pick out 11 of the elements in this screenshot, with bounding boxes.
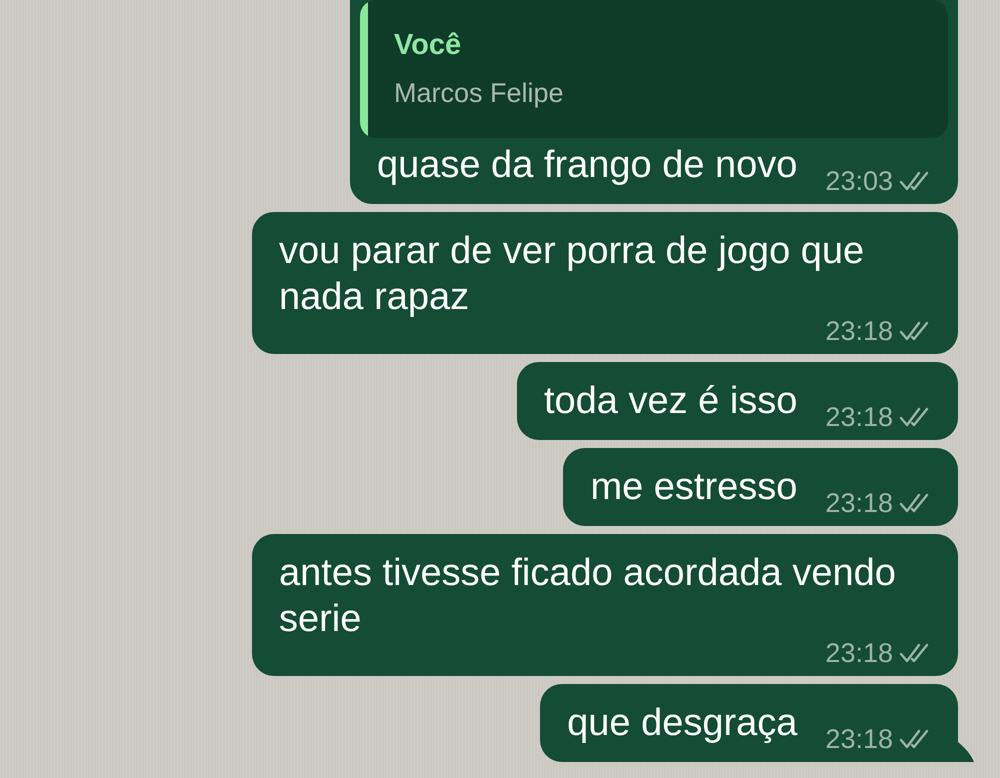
message-text: toda vez é isso bbox=[544, 379, 798, 424]
quote-text: Marcos Felipe bbox=[394, 77, 564, 110]
message-time: 23:18 bbox=[825, 488, 893, 518]
message-text: me estresso bbox=[590, 465, 798, 510]
message-text: quase da frango de novo bbox=[376, 143, 798, 188]
quote-author: Você bbox=[394, 28, 462, 62]
message-text: que desgraça bbox=[567, 701, 798, 746]
quoted-message[interactable]: Você Marcos Felipe bbox=[360, 0, 948, 138]
message-time: 23:03 bbox=[825, 166, 893, 196]
message-time: 23:18 bbox=[825, 402, 893, 432]
message-time: 23:18 bbox=[825, 724, 893, 754]
